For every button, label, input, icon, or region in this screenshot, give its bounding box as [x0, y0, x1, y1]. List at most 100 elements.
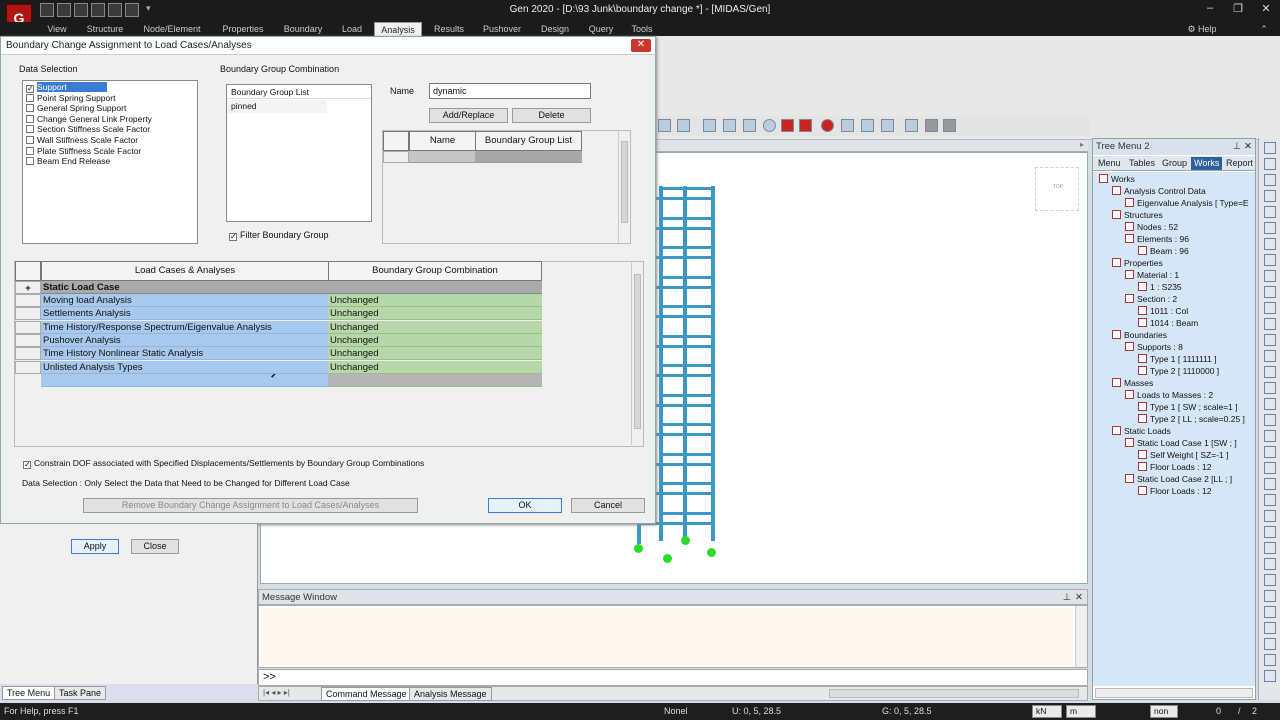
node-number-icon[interactable]: [841, 119, 854, 132]
tree-node[interactable]: 1011 : Col: [1138, 306, 1188, 317]
side-tool-icon[interactable]: [1264, 350, 1276, 362]
side-tool-icon[interactable]: [1264, 654, 1276, 666]
side-tool-icon[interactable]: [1264, 494, 1276, 506]
data-selection-list[interactable]: ✓ Support Point Spring Support General Spri…: [22, 80, 198, 244]
row-header[interactable]: [15, 294, 41, 307]
tree-node[interactable]: Static Load Case 2 [LL ; ]: [1125, 474, 1232, 485]
bgc-grid-scroll-thumb[interactable]: [621, 141, 628, 223]
menu-design[interactable]: Design: [538, 22, 572, 36]
bgc-grid-new-name-cell[interactable]: [409, 151, 476, 163]
side-tool-icon[interactable]: [1264, 254, 1276, 266]
side-tool-icon[interactable]: [1264, 366, 1276, 378]
menu-query[interactable]: Query: [584, 22, 618, 36]
beam-element[interactable]: [659, 305, 715, 308]
load-case-cell[interactable]: Time History/Response Spectrum/Eigenvalu…: [41, 320, 328, 334]
minimize-icon[interactable]: –: [1200, 2, 1220, 18]
shrink-icon[interactable]: [799, 119, 812, 132]
message-close-icon[interactable]: ✕: [1075, 590, 1083, 605]
view-scroll-icon[interactable]: ▸: [1080, 140, 1084, 149]
display-icon[interactable]: [881, 119, 894, 132]
help-menu[interactable]: ⚙ Help: [1180, 22, 1224, 36]
row-header[interactable]: [15, 347, 41, 361]
new-row-case-cell[interactable]: [41, 374, 328, 387]
boundary-group-item[interactable]: pinned: [227, 100, 327, 113]
tree-tab-report[interactable]: Report: [1223, 157, 1256, 170]
tree-node[interactable]: Elements : 96: [1125, 234, 1189, 245]
side-tool-icon[interactable]: [1264, 382, 1276, 394]
tree-tab-tables[interactable]: Tables: [1126, 157, 1158, 170]
side-tool-icon[interactable]: [1264, 446, 1276, 458]
load-case-cell[interactable]: Unlisted Analysis Types: [41, 360, 328, 374]
new-row-combo-cell[interactable]: [328, 374, 542, 387]
cancel-button[interactable]: Cancel: [571, 498, 645, 513]
tree-node[interactable]: Section : 2: [1125, 294, 1177, 305]
data-selection-item[interactable]: Beam End Release: [26, 156, 110, 167]
tree-node[interactable]: Static Load Case 1 [SW ; ]: [1125, 438, 1237, 449]
side-tool-icon[interactable]: [1264, 206, 1276, 218]
data-selection-item[interactable]: ✓ Support: [26, 82, 107, 93]
tab-task-pane[interactable]: Task Pane: [54, 686, 107, 700]
pan-icon[interactable]: [723, 119, 736, 132]
page-current[interactable]: 0: [1216, 703, 1221, 720]
ribbon-collapse-icon[interactable]: ⌃: [1252, 22, 1276, 36]
side-tool-icon[interactable]: [1264, 670, 1276, 682]
tree-node[interactable]: Type 2 [ 1110000 ]: [1138, 366, 1219, 377]
tree-hscrollbar[interactable]: [1095, 688, 1253, 698]
tree-tab-group[interactable]: Group: [1159, 157, 1190, 170]
tree-node[interactable]: Floor Loads : 12: [1138, 486, 1211, 497]
combination-cell[interactable]: Unchanged: [328, 347, 542, 361]
side-tool-icon[interactable]: [1264, 574, 1276, 586]
message-hscrollbar[interactable]: [829, 689, 1079, 698]
unselect-icon[interactable]: [677, 119, 690, 132]
side-tool-icon[interactable]: [1264, 174, 1276, 186]
menu-boundary[interactable]: Boundary: [280, 22, 326, 36]
filter-boundary-group-checkbox[interactable]: ✓ Filter Boundary Group: [229, 230, 329, 241]
tree-node[interactable]: Beam : 96: [1138, 246, 1189, 257]
tree-node[interactable]: Properties: [1112, 258, 1163, 269]
data-selection-item[interactable]: Change General Link Property: [26, 114, 152, 125]
filter-checkbox-box[interactable]: ✓: [229, 233, 237, 241]
beam-element[interactable]: [659, 216, 715, 220]
side-tool-icon[interactable]: [1264, 606, 1276, 618]
tree-pin-icon[interactable]: ⊥: [1233, 139, 1241, 154]
view-cube[interactable]: TOP: [1035, 167, 1079, 211]
combination-cell[interactable]: Unchanged: [328, 307, 542, 321]
side-tool-icon[interactable]: [1264, 334, 1276, 346]
data-selection-checkbox[interactable]: [26, 136, 34, 144]
ok-button[interactable]: OK: [488, 498, 562, 513]
menu-view[interactable]: View: [44, 22, 70, 36]
tab-analysis-message[interactable]: Analysis Message: [409, 687, 492, 701]
side-tool-icon[interactable]: [1264, 542, 1276, 554]
tree-close-icon[interactable]: ✕: [1244, 139, 1252, 154]
side-tool-icon[interactable]: [1264, 286, 1276, 298]
row-header[interactable]: [15, 360, 41, 374]
render-icon[interactable]: [781, 119, 794, 132]
row-header[interactable]: [15, 320, 41, 334]
apply-button[interactable]: Apply: [71, 539, 119, 554]
message-tab-nav-icon[interactable]: |◂ ◂ ▸ ▸|: [263, 688, 290, 697]
tree-node[interactable]: Boundaries: [1112, 330, 1167, 341]
side-tool-icon[interactable]: [1264, 462, 1276, 474]
pin-icon[interactable]: ⊥: [1063, 590, 1071, 605]
lock-icon[interactable]: [925, 119, 938, 132]
row-header[interactable]: [15, 307, 41, 321]
side-tool-icon[interactable]: [1264, 158, 1276, 170]
menu-properties[interactable]: Properties: [218, 22, 268, 36]
menu-tools[interactable]: Tools: [628, 22, 656, 36]
beam-element[interactable]: [659, 275, 715, 279]
data-selection-checkbox[interactable]: [26, 157, 34, 166]
selection-filter-select[interactable]: non: [1150, 705, 1178, 718]
support-node[interactable]: [663, 554, 672, 563]
menu-load[interactable]: Load: [338, 22, 366, 36]
tree-node[interactable]: Material : 1: [1125, 270, 1179, 281]
tree-node[interactable]: Static Loads: [1112, 426, 1171, 437]
unlock-icon[interactable]: [943, 119, 956, 132]
side-tool-icon[interactable]: [1264, 558, 1276, 570]
tree-node[interactable]: Works: [1099, 174, 1135, 185]
remove-assignment-button[interactable]: Remove Boundary Change Assignment to Loa…: [83, 498, 418, 513]
side-tool-icon[interactable]: [1264, 302, 1276, 314]
beam-element[interactable]: [659, 334, 715, 338]
support-node[interactable]: [681, 536, 690, 545]
data-selection-checkbox[interactable]: [26, 104, 34, 113]
close-button[interactable]: Close: [131, 539, 179, 554]
